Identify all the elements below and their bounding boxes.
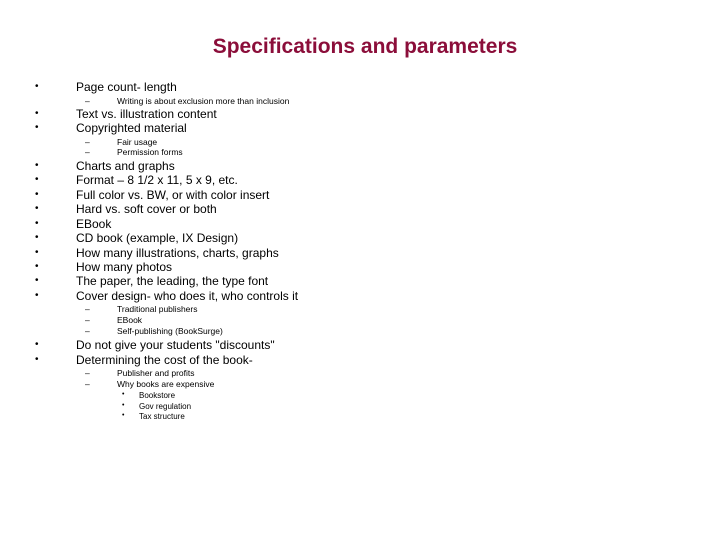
list-item-text: Format – 8 1/2 x 11, 5 x 9, etc.	[76, 173, 238, 187]
bullet-icon: •	[35, 203, 39, 214]
list-item-text: Copyrighted material	[76, 121, 187, 135]
list-item-text: Page count- length	[76, 80, 177, 94]
list-item-text: Tax structure	[139, 412, 185, 421]
list-item-text: Text vs. illustration content	[76, 107, 217, 121]
bullet-icon: •	[35, 108, 39, 119]
list-item-text: Publisher and profits	[117, 368, 195, 378]
dash-icon: –	[85, 137, 90, 147]
list-item-text: Writing is about exclusion more than inc…	[117, 96, 290, 106]
list-item-text: Do not give your students "discounts"	[76, 338, 275, 352]
list-item-text: Fair usage	[117, 137, 158, 147]
list-item-text: Bookstore	[139, 391, 176, 400]
bullet-icon: •	[35, 189, 39, 200]
list-item-text: How many illustrations, charts, graphs	[76, 246, 279, 260]
bullet-icon: •	[35, 261, 39, 272]
bullet-icon: •	[122, 391, 125, 398]
bullet-icon: •	[35, 232, 39, 243]
dash-icon: –	[85, 96, 90, 106]
bullet-icon: •	[35, 81, 39, 92]
bullet-icon: •	[122, 402, 125, 409]
bullet-icon: •	[35, 122, 39, 133]
dash-icon: –	[85, 315, 90, 325]
bullet-icon: •	[35, 354, 39, 365]
list-item-text: Gov regulation	[139, 402, 192, 411]
bullet-icon: •	[35, 218, 39, 229]
list-item-text: How many photos	[76, 260, 173, 274]
bullet-icon: •	[35, 174, 39, 185]
bullet-icon: •	[35, 339, 39, 350]
bullet-icon: •	[122, 412, 125, 419]
bullet-icon: •	[35, 160, 39, 171]
list-item-text: Cover design- who does it, who controls …	[76, 289, 299, 303]
list-item-text: CD book (example, IX Design)	[76, 231, 239, 245]
bullet-icon: •	[35, 247, 39, 258]
slide-title: Specifications and parameters	[212, 35, 518, 58]
dash-icon: –	[85, 368, 90, 378]
dash-icon: –	[85, 326, 90, 336]
list-item-text: Why books are expensive	[117, 379, 215, 389]
list-item-text: EBook	[76, 217, 112, 231]
list-item-text: Self-publishing (BookSurge)	[117, 326, 223, 336]
list-item-text: EBook	[117, 315, 143, 325]
bullet-icon: •	[35, 290, 39, 301]
dash-icon: –	[85, 147, 90, 157]
list-item-text: The paper, the leading, the type font	[76, 274, 269, 288]
list-item-text: Permission forms	[117, 147, 183, 157]
dash-icon: –	[85, 304, 90, 314]
bullet-icon: •	[35, 275, 39, 286]
list-item-text: Charts and graphs	[76, 159, 175, 173]
list-item-text: Hard vs. soft cover or both	[76, 202, 217, 216]
list-item-text: Traditional publishers	[117, 304, 198, 314]
list-item-text: Determining the cost of the book-	[76, 353, 253, 367]
dash-icon: –	[85, 379, 90, 389]
list-item-text: Full color vs. BW, or with color insert	[76, 188, 270, 202]
